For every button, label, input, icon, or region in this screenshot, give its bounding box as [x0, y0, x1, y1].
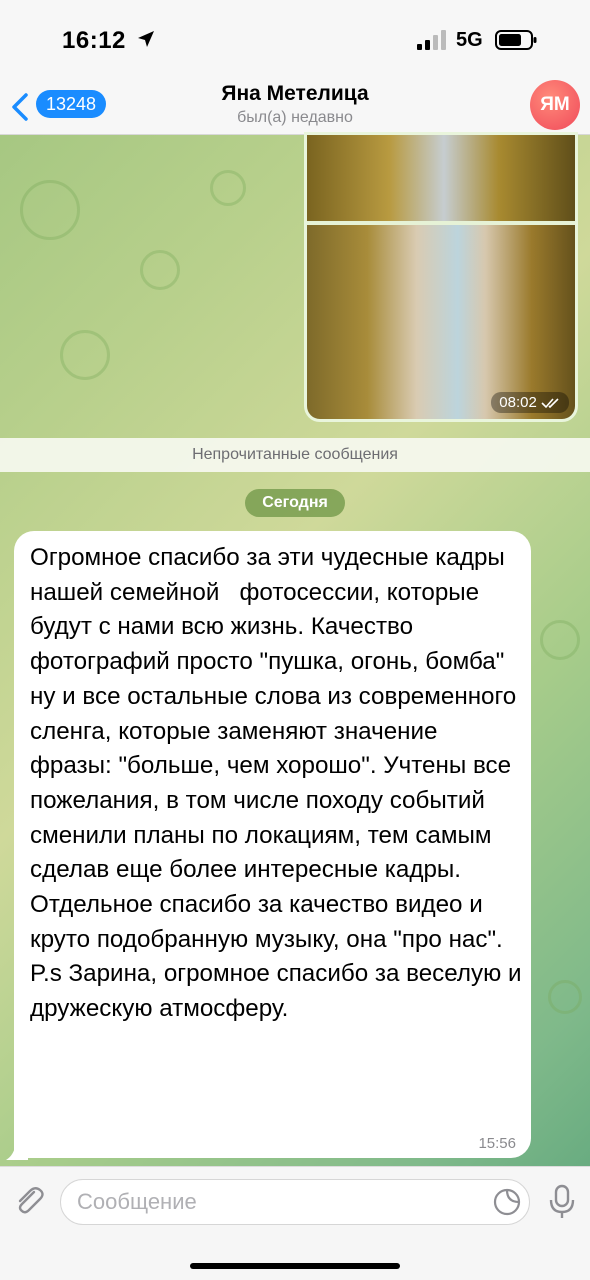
message-time: 08:02 — [491, 392, 569, 413]
home-indicator — [190, 1263, 400, 1269]
wallpaper-doodle — [140, 250, 180, 290]
double-check-icon — [541, 398, 559, 409]
message-time: 15:56 — [478, 1135, 516, 1152]
chat-title[interactable]: Яна Метелица — [0, 82, 590, 106]
paperclip-icon[interactable] — [12, 1184, 46, 1218]
wallpaper-doodle — [540, 620, 580, 660]
incoming-message[interactable]: Огромное спасибо за эти чудесные кадры н… — [14, 531, 531, 1158]
status-time: 16:12 — [62, 27, 126, 54]
unread-divider: Непрочитанные сообщения — [0, 438, 590, 472]
status-bar: 16:12 5G — [0, 0, 590, 80]
photo-thumbnail[interactable]: 08:02 — [307, 225, 575, 419]
avatar[interactable]: ЯМ — [530, 80, 580, 130]
chat-header: 13248 Яна Метелица был(а) недавно ЯМ — [0, 80, 590, 135]
battery-icon — [495, 30, 537, 50]
composer-bar — [0, 1166, 590, 1280]
signal-icon — [417, 30, 446, 50]
photo-thumbnail[interactable] — [307, 135, 575, 221]
wallpaper-doodle — [548, 980, 582, 1014]
location-arrow-icon — [138, 31, 154, 47]
network-type: 5G — [456, 29, 483, 51]
photo-message[interactable]: 08:02 — [304, 132, 578, 422]
sticker-icon[interactable] — [493, 1188, 521, 1216]
wallpaper-doodle — [210, 170, 246, 206]
message-text: Огромное спасибо за эти чудесные кадры н… — [30, 544, 522, 1023]
message-input[interactable] — [60, 1179, 530, 1225]
last-seen-status: был(а) недавно — [237, 109, 353, 126]
microphone-icon[interactable] — [548, 1184, 576, 1220]
wallpaper-doodle — [20, 180, 80, 240]
wallpaper-doodle — [60, 330, 110, 380]
date-label: Сегодня — [245, 489, 345, 517]
